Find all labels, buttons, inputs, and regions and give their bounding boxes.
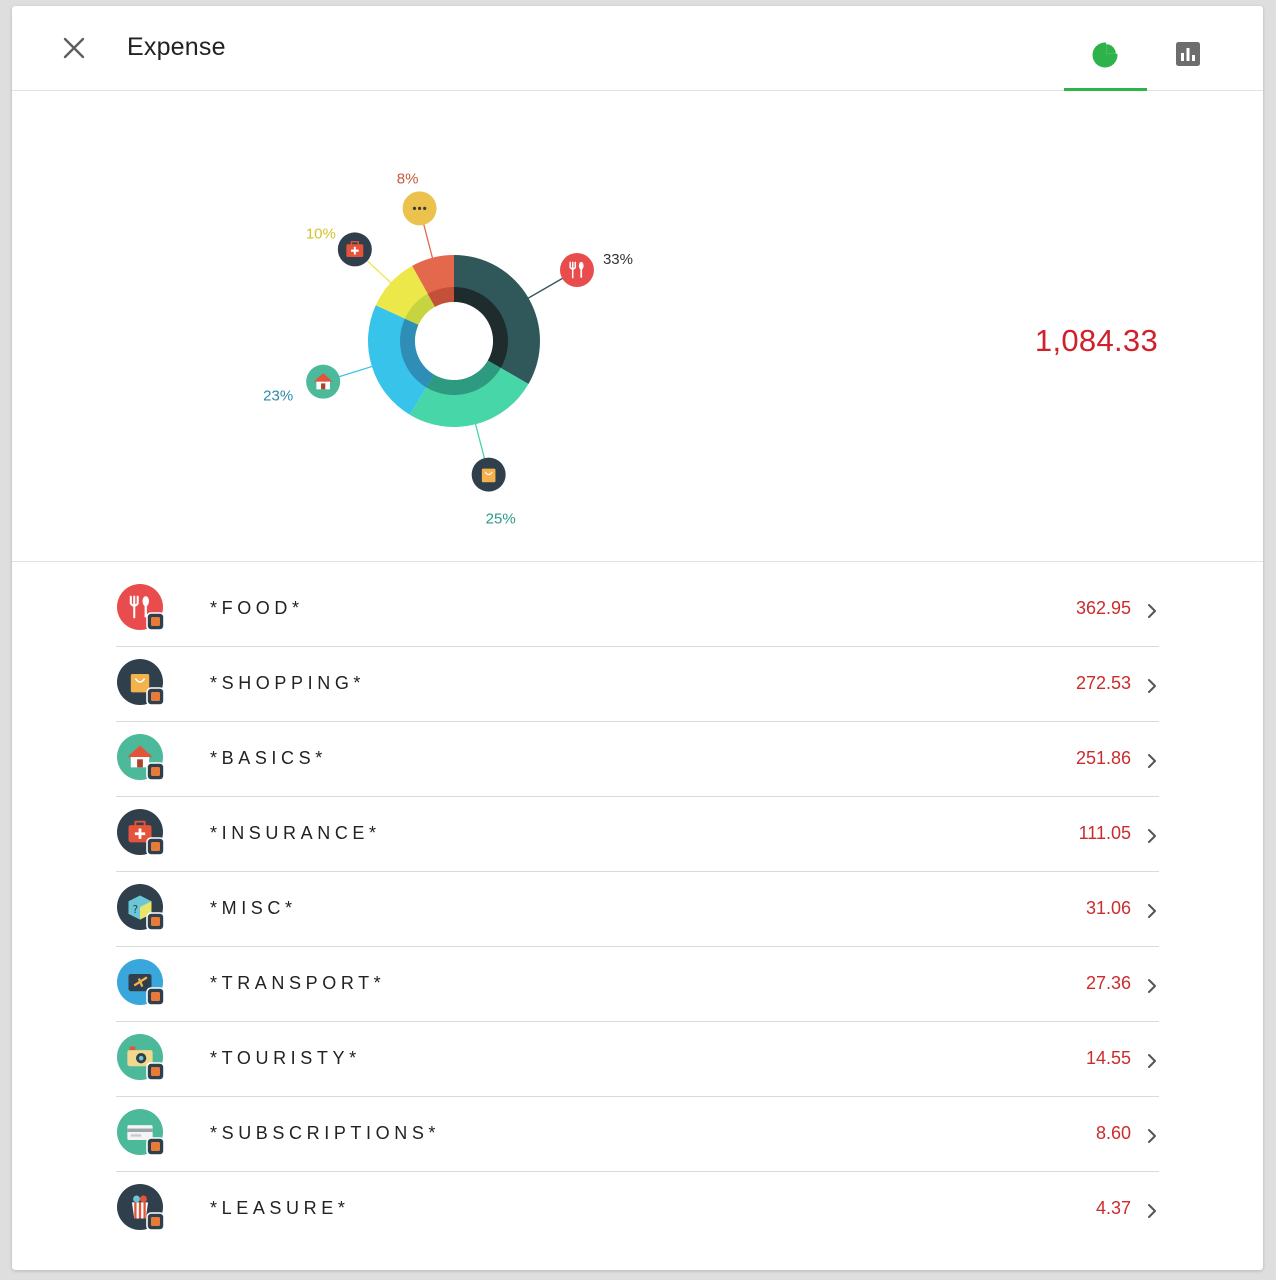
category-name: *LEASURE* xyxy=(210,1198,350,1218)
category-name: *MISC* xyxy=(210,898,297,918)
insurance-icon xyxy=(337,232,372,267)
close-icon xyxy=(63,37,85,59)
insurance-icon xyxy=(117,809,165,856)
chevron-right-icon xyxy=(1148,754,1156,768)
transport-icon xyxy=(117,959,165,1006)
chart-area: 33% 25% 23% 10% 8% 1,084.33 xyxy=(12,91,1263,562)
category-amount: 31.06 xyxy=(1085,898,1131,918)
percent-label: 23% xyxy=(263,388,293,405)
percent-label: 33% xyxy=(603,251,633,268)
percent-label: 8% xyxy=(397,170,419,187)
total-amount: 1,084.33 xyxy=(1034,323,1158,358)
category-amount: 111.05 xyxy=(1078,823,1131,843)
chevron-right-icon xyxy=(1148,1054,1156,1068)
category-amount: 251.86 xyxy=(1075,748,1131,768)
chevron-right-icon xyxy=(1148,979,1156,993)
pie-chart-icon xyxy=(1092,41,1119,68)
category-amount: 14.55 xyxy=(1085,1048,1131,1068)
chevron-right-icon xyxy=(1148,829,1156,843)
tab-bar-chart[interactable] xyxy=(1148,6,1231,90)
page-title: Expense xyxy=(127,33,226,61)
percent-label: 10% xyxy=(306,225,336,242)
category-name: *TRANSPORT* xyxy=(210,973,386,993)
tab-pie-chart[interactable] xyxy=(1064,6,1147,91)
category-amount: 362.95 xyxy=(1075,598,1131,618)
close-button[interactable] xyxy=(60,34,88,62)
more-icon xyxy=(402,191,437,226)
chevron-right-icon xyxy=(1148,604,1156,618)
percent-label: 25% xyxy=(486,511,516,528)
shopping-icon xyxy=(471,457,506,492)
chevron-right-icon xyxy=(1148,1204,1156,1218)
category-name: *INSURANCE* xyxy=(210,823,381,843)
list-item[interactable]: *TRANSPORT* 27.36 xyxy=(116,947,1159,1022)
touristy-icon xyxy=(117,1034,165,1081)
category-name: *FOOD* xyxy=(210,598,304,618)
expense-dialog: Expense 33% 25% 23% 10% 8% 1,084.33 *FOOD* 36… xyxy=(12,6,1263,1270)
list-item[interactable]: *INSURANCE* 111.05 xyxy=(116,797,1159,872)
food-icon xyxy=(117,584,165,631)
basics-icon xyxy=(306,364,341,399)
list-item[interactable]: *SUBSCRIPTIONS* 8.60 xyxy=(116,1097,1159,1172)
list-item[interactable]: *SHOPPING* 272.53 xyxy=(116,647,1159,722)
category-name: *SUBSCRIPTIONS* xyxy=(210,1123,441,1143)
category-list: *FOOD* 362.95 *SHOPPING* 272.53 *BASICS* 251.… xyxy=(116,572,1159,1246)
category-amount: 27.36 xyxy=(1085,973,1131,993)
list-item[interactable]: *TOURISTY* 14.55 xyxy=(116,1022,1159,1097)
leasure-icon xyxy=(117,1184,165,1231)
food-icon xyxy=(559,253,594,287)
category-name: *BASICS* xyxy=(210,748,327,768)
shopping-icon xyxy=(117,659,165,706)
category-name: *TOURISTY* xyxy=(210,1048,361,1068)
list-item[interactable]: *FOOD* 362.95 xyxy=(116,572,1159,647)
svg-text:?: ? xyxy=(133,904,139,916)
category-amount: 8.60 xyxy=(1095,1123,1131,1143)
category-name: *SHOPPING* xyxy=(210,673,366,693)
chevron-right-icon xyxy=(1148,679,1156,693)
list-item[interactable]: ? *MISC* 31.06 xyxy=(116,872,1159,947)
list-item[interactable]: *BASICS* 251.86 xyxy=(116,722,1159,797)
category-amount: 272.53 xyxy=(1075,673,1131,693)
list-item[interactable]: *LEASURE* 4.37 xyxy=(116,1172,1159,1246)
basics-icon xyxy=(117,734,165,781)
chevron-right-icon xyxy=(1148,904,1156,918)
misc-icon: ? xyxy=(117,884,165,931)
subscriptions-icon xyxy=(117,1109,165,1156)
category-amount: 4.37 xyxy=(1095,1198,1131,1218)
bar-chart-icon xyxy=(1176,42,1200,66)
header: Expense xyxy=(12,6,1263,91)
chevron-right-icon xyxy=(1148,1129,1156,1143)
